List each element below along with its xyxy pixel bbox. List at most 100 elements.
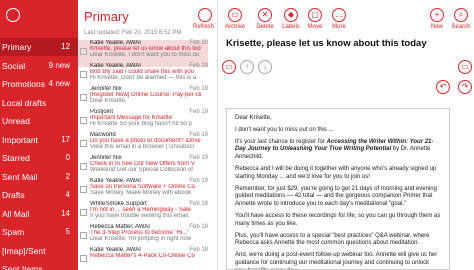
select-checkbox[interactable]: [80, 232, 87, 239]
toggle-pane-icon[interactable]: ▭: [458, 60, 472, 74]
folder-count: 4: [65, 190, 70, 199]
folder-item[interactable]: Primary 12: [0, 38, 78, 56]
search-label: Search: [451, 24, 471, 30]
move-icon: ▢: [308, 8, 322, 22]
select-checkbox[interactable]: [80, 94, 87, 101]
trash-icon: ✕: [258, 8, 272, 22]
select-checkbox[interactable]: [80, 71, 87, 78]
message-body: Dear Krisette, I don't want you to miss …: [226, 108, 450, 270]
folder-label: Unread: [2, 116, 30, 126]
select-checkbox[interactable]: [80, 186, 87, 193]
folder-label: Social: [2, 60, 26, 71]
body-p7: And, we're doing a post-event follow-up …: [235, 252, 438, 269]
message-preview: Hi Krisette So your blog hasn't hit 50 p: [90, 121, 192, 127]
message-date: Feb 19: [189, 63, 208, 69]
folder-label: All Mail: [2, 208, 30, 219]
body-p5: You'll have access to these recordings f…: [235, 212, 441, 227]
move-button[interactable]: ▢ Move: [304, 8, 326, 30]
body-p6: Plus, you'll have access to a special "b…: [235, 232, 430, 247]
folder-count: 0: [65, 153, 70, 162]
message-date: Feb 19: [189, 178, 208, 184]
more-icon: …: [332, 8, 346, 22]
folder-label: Starred: [2, 153, 30, 163]
move-label: Move: [307, 24, 323, 30]
folder-item[interactable]: Sent Items: [0, 260, 78, 270]
body-p2-start: It's your last chance to register for: [235, 138, 327, 145]
select-checkbox[interactable]: [80, 163, 87, 170]
back-icon[interactable]: [6, 8, 20, 22]
search-button[interactable]: ⌕ Search: [450, 8, 472, 30]
refresh-label[interactable]: Refresh: [193, 24, 214, 30]
folder-label: Spam: [2, 227, 25, 237]
folder-item[interactable]: Local drafts: [0, 94, 78, 112]
collapse-icon[interactable]: ▭: [222, 60, 236, 74]
select-checkbox[interactable]: [80, 255, 87, 262]
plus-icon: +: [430, 8, 444, 22]
next-icon[interactable]: ↓: [258, 60, 272, 74]
message-preview: If you have trouble viewing this email,: [90, 213, 190, 219]
list-header: Primary Last updated: Feb 20, 2015 6:52 …: [78, 0, 217, 36]
body-p1: I don't want you to miss out on this ...: [235, 126, 334, 133]
search-icon: ⌕: [454, 8, 468, 22]
folder-label: Promotions: [2, 79, 45, 89]
folder-item[interactable]: Sent Mail 2: [0, 168, 78, 186]
folder-count: 17: [61, 134, 70, 144]
labels-button[interactable]: ◆ Labels: [280, 8, 302, 30]
folder-item[interactable]: Important 17: [0, 131, 78, 149]
message-preview: Hi Krisette, Don't be alarmed — this is …: [90, 75, 197, 81]
more-button[interactable]: … More: [328, 8, 350, 30]
folder-item[interactable]: Spam 5: [0, 223, 78, 241]
folder-item[interactable]: [Imap]/Sent: [0, 242, 78, 260]
folder-label: Local drafts: [2, 97, 46, 108]
folder-count: 4 new: [48, 79, 70, 88]
delete-label: Delete: [256, 24, 274, 30]
folder-label: Important: [2, 134, 38, 145]
select-checkbox[interactable]: [80, 117, 87, 124]
folder-item[interactable]: Unread: [0, 112, 78, 130]
message-preview: Save Money, Make Money with ebook: [90, 190, 191, 196]
folder-item[interactable]: Social 9 new: [0, 57, 78, 75]
message-date: Feb 18: [189, 201, 208, 207]
folder-label: Sent Mail: [2, 171, 38, 182]
reply-all-icon[interactable]: ↷: [458, 80, 472, 94]
folder-item[interactable]: Drafts 4: [0, 186, 78, 204]
labels-label: Labels: [282, 24, 300, 30]
message-date: Feb 18: [189, 224, 208, 230]
body-p3: Rebecca and I will be doing it together …: [235, 165, 437, 180]
select-checkbox[interactable]: [80, 209, 87, 216]
archive-button[interactable]: ▭ Archive: [224, 8, 246, 30]
reply-icon[interactable]: ↶: [436, 80, 450, 94]
select-checkbox[interactable]: [80, 140, 87, 147]
previous-icon[interactable]: ↑: [240, 60, 254, 74]
message-preview: Dear Krisette,: [90, 98, 127, 104]
list-item[interactable]: Katie Yeakle, AWAI Rebecca Matter's 4-Pac…: [78, 247, 208, 270]
body-p4: Remember, for just $29, you're going to …: [235, 185, 437, 208]
new-label: New: [430, 24, 443, 30]
label-icon: ◆: [284, 8, 298, 22]
reading-pane: ▭ Archive ✕ Delete ◆ Labels ▢ Move … Mor…: [218, 0, 474, 270]
folder-item[interactable]: Starred 0: [0, 149, 78, 167]
list-title: Primary: [84, 9, 129, 24]
folder-count: 12: [61, 42, 70, 51]
folder-count: 2: [65, 171, 70, 181]
folder-count: 14: [61, 208, 70, 218]
message-preview: Dear Krisette, I don't want you to miss …: [90, 52, 200, 58]
folder-label: Drafts: [2, 190, 25, 200]
select-checkbox[interactable]: [80, 48, 87, 55]
folder-item[interactable]: Promotions 4 new: [0, 75, 78, 93]
message-preview: Dear Krisette, I'm jumping in right now: [90, 236, 192, 242]
folder-label: Sent Items: [2, 264, 43, 270]
message-list-pane: Primary Last updated: Feb 20, 2015 6:52 …: [78, 0, 218, 270]
message-date: Feb 19: [189, 132, 208, 138]
refresh-icon[interactable]: [198, 8, 212, 22]
archive-label: Archive: [224, 24, 245, 30]
body-greeting: Dear Krisette,: [235, 115, 272, 121]
message-date: Feb 18: [189, 247, 208, 253]
delete-button[interactable]: ✕ Delete: [254, 8, 276, 30]
message-date: Feb 20: [189, 40, 208, 46]
new-button[interactable]: + New: [426, 8, 448, 30]
message-preview: View this email in a browser | Unsubscr: [90, 144, 195, 150]
folder-item[interactable]: All Mail 14: [0, 205, 78, 223]
message-date: Feb 19: [189, 155, 208, 161]
folder-label: [Imap]/Sent: [2, 245, 46, 256]
